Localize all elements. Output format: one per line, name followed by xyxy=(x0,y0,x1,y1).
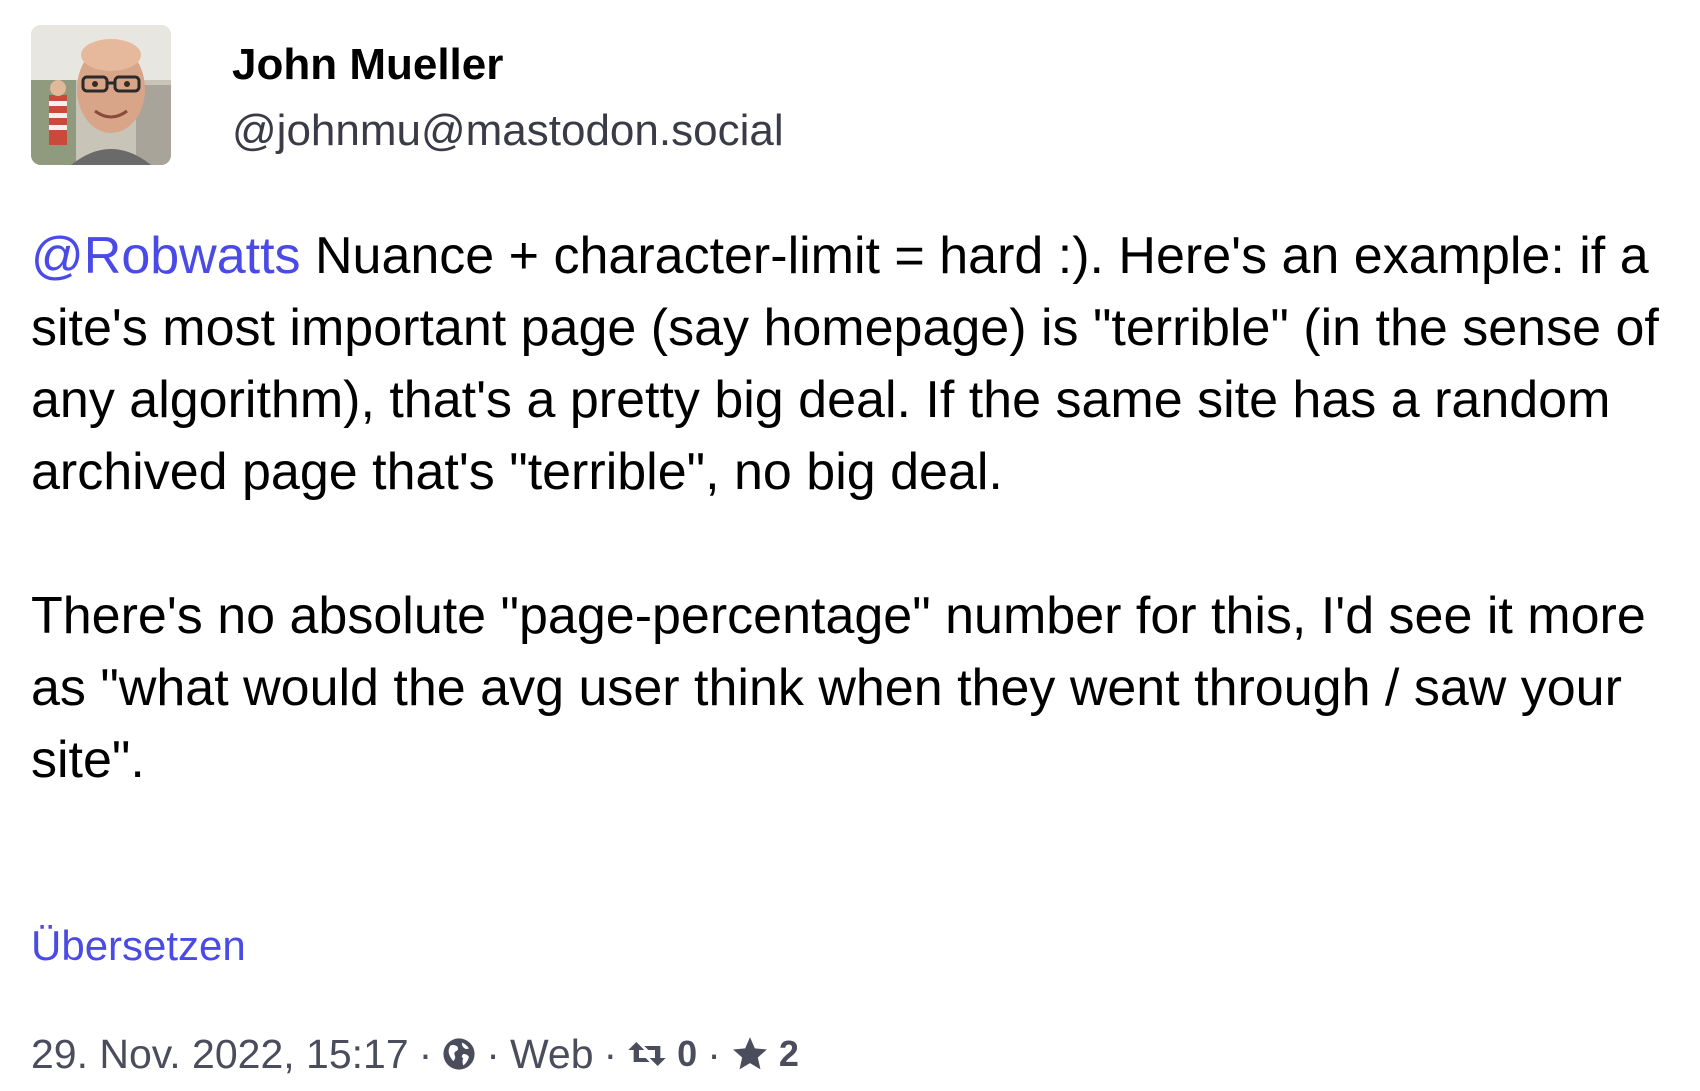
application-name[interactable]: Web xyxy=(510,1026,594,1082)
boost-count: 0 xyxy=(677,1033,698,1074)
status-header: John Mueller @johnmu@mastodon.social xyxy=(31,25,784,165)
separator: · xyxy=(603,1031,618,1077)
account-handle[interactable]: @johnmu@mastodon.social xyxy=(232,105,784,157)
globe-icon xyxy=(442,1037,476,1071)
separator: · xyxy=(486,1031,500,1077)
boost-icon[interactable] xyxy=(627,1038,667,1070)
timestamp-link[interactable]: 29. Nov. 2022, 15:17 xyxy=(31,1026,409,1082)
separator: · xyxy=(707,1031,721,1077)
status-card: John Mueller @johnmu@mastodon.social @Ro… xyxy=(0,0,1700,1091)
separator: · xyxy=(418,1031,433,1077)
translate-button[interactable]: Übersetzen xyxy=(31,918,246,974)
display-name[interactable]: John Mueller xyxy=(232,39,784,91)
author-names: John Mueller @johnmu@mastodon.social xyxy=(232,39,784,157)
star-icon[interactable] xyxy=(731,1036,769,1072)
status-content: @Robwatts Nuance + character-limit = har… xyxy=(31,220,1671,796)
avatar-photo xyxy=(31,25,171,165)
avatar[interactable] xyxy=(31,25,171,165)
status-meta: 29. Nov. 2022, 15:17 · · Web · 0 · 2 xyxy=(31,1026,799,1082)
mention-link[interactable]: @Robwatts xyxy=(31,227,301,285)
favourite-count: 2 xyxy=(778,1033,799,1074)
content-paragraph: @Robwatts Nuance + character-limit = har… xyxy=(31,220,1671,508)
content-paragraph: There's no absolute "page-percentage" nu… xyxy=(31,587,1646,789)
